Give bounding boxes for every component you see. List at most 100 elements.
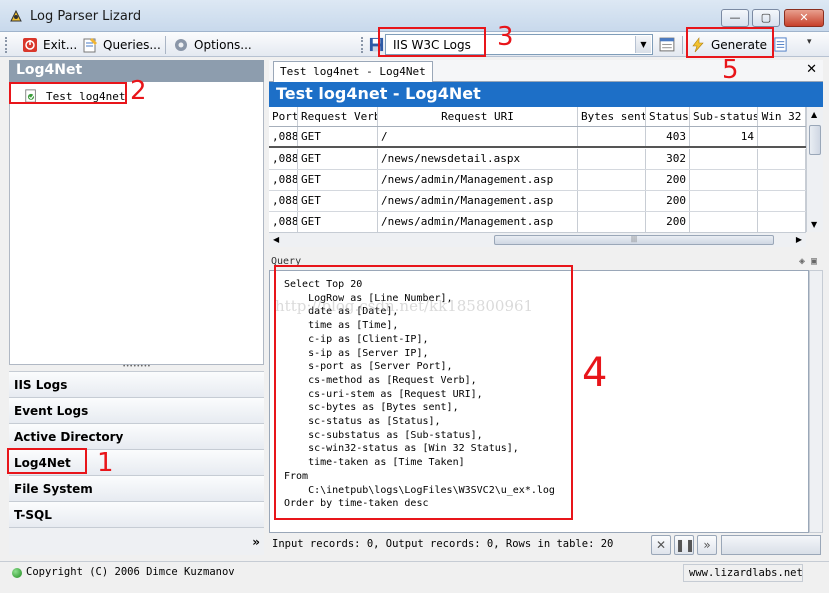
annotation-box-2	[9, 82, 127, 104]
annotation-number-5: 5	[722, 55, 739, 85]
queries-button[interactable]: Queries...	[82, 35, 161, 55]
annotation-box-3	[378, 27, 486, 57]
grid-cell	[578, 149, 646, 169]
toolbar-grip[interactable]	[5, 37, 8, 53]
status-bar: Copyright (C) 2006 Dimce Kuzmanov www.li…	[0, 561, 829, 583]
grid-cell: ,088	[269, 170, 298, 190]
grid-cell: /news/admin/Management.asp	[378, 170, 578, 190]
grid-cell: /	[378, 127, 578, 146]
query-properties-icon[interactable]	[659, 36, 676, 53]
annotation-box-1	[7, 448, 87, 474]
status-indicator-icon	[12, 568, 22, 578]
query-pane-controls[interactable]: ◈ ▣	[799, 256, 817, 267]
grid-cell: ,088	[269, 212, 298, 232]
scroll-thumb[interactable]	[809, 125, 821, 155]
grid-cell: GET	[298, 191, 378, 211]
query-tree: Test log4net	[9, 82, 264, 365]
grid-vertical-scrollbar[interactable]: ▲ ▼	[806, 107, 823, 232]
grid-cell	[578, 212, 646, 232]
annotation-number-4: 4	[582, 350, 608, 396]
grid-header-row: Port Request Verb Request URI Bytes sent…	[269, 107, 806, 127]
grid-cell	[578, 191, 646, 211]
grid-cell: 403	[646, 127, 690, 146]
toolbar-separator-2	[682, 36, 683, 54]
toolbar-grip-2[interactable]	[361, 37, 364, 53]
table-row[interactable]: ,088 GET / 403 14	[269, 127, 806, 148]
scroll-left-icon[interactable]: ◀	[273, 235, 279, 244]
grid-cell	[758, 127, 806, 146]
table-row[interactable]: ,088 GET /news/newsdetail.aspx 302	[269, 149, 806, 170]
document-icon[interactable]	[773, 36, 788, 53]
column-header[interactable]: Bytes sent	[578, 107, 646, 126]
stop-button[interactable]: ✕	[651, 535, 671, 555]
nav-item-iis-logs[interactable]: IIS Logs	[9, 371, 264, 397]
exit-button[interactable]: Exit...	[22, 35, 77, 55]
minimize-button[interactable]: —	[721, 9, 749, 27]
grid-cell	[578, 170, 646, 190]
tab-test-log4net[interactable]: Test log4net - Log4Net	[273, 61, 433, 82]
column-header[interactable]: Win 32	[758, 107, 806, 126]
grid-cell: ,088	[269, 191, 298, 211]
grid-cell: 200	[646, 191, 690, 211]
grid-cell: /news/admin/Management.asp	[378, 191, 578, 211]
toolbar-overflow-chevron-icon[interactable]: ▾	[807, 37, 812, 47]
nav-item-active-directory[interactable]: Active Directory	[9, 423, 264, 449]
exit-icon	[23, 38, 37, 52]
annotation-number-2: 2	[130, 76, 147, 106]
grid-cell: GET	[298, 127, 378, 146]
annotation-number-3: 3	[497, 22, 514, 52]
grid-cell: ,088	[269, 127, 298, 146]
close-button[interactable]: ✕	[784, 9, 824, 27]
chevron-down-icon[interactable]: ▼	[635, 36, 651, 53]
column-header[interactable]: Status	[646, 107, 690, 126]
table-row[interactable]: ,088 GET /news/admin/Management.asp 200	[269, 212, 806, 232]
maximize-button[interactable]: ▢	[752, 9, 780, 27]
table-row[interactable]: ,088 GET /news/admin/Management.asp 200	[269, 191, 806, 212]
toolbar-separator	[165, 36, 166, 54]
options-label: Options...	[194, 38, 252, 52]
lizard-app-icon	[10, 9, 22, 22]
gear-icon	[175, 39, 187, 51]
close-tab-icon[interactable]: ✕	[806, 62, 817, 77]
window-title: Log Parser Lizard	[30, 9, 142, 24]
nav-overflow-bar: »	[9, 527, 264, 555]
scroll-thumb[interactable]: |||	[494, 235, 774, 245]
panel-splitter[interactable]: ••••••••	[9, 364, 264, 370]
nav-item-t-sql[interactable]: T-SQL	[9, 501, 264, 527]
table-row[interactable]: ,088 GET /news/admin/Management.asp 200	[269, 170, 806, 191]
column-header[interactable]: Port	[269, 107, 298, 126]
column-header[interactable]: Request URI	[378, 107, 578, 126]
column-header[interactable]: Request Verb	[298, 107, 378, 126]
column-header[interactable]: Sub-status	[690, 107, 758, 126]
double-chevron-down-icon[interactable]: »	[252, 535, 260, 549]
report-title: Test log4net - Log4Net	[269, 82, 823, 107]
query-vertical-scrollbar[interactable]	[809, 270, 823, 533]
scroll-right-icon[interactable]: ▶	[796, 235, 802, 244]
annotation-box-5	[686, 27, 774, 58]
results-grid[interactable]: Port Request Verb Request URI Bytes sent…	[269, 107, 806, 232]
nav-item-event-logs[interactable]: Event Logs	[9, 397, 264, 423]
grid-cell	[578, 127, 646, 146]
copyright-text: Copyright (C) 2006 Dimce Kuzmanov	[26, 566, 235, 578]
grid-horizontal-scrollbar[interactable]: ◀ ||| ▶	[269, 232, 806, 247]
grid-cell: GET	[298, 212, 378, 232]
progress-bar	[721, 535, 821, 555]
queries-icon	[83, 38, 97, 53]
status-text: Input records: 0, Output records: 0, Row…	[269, 534, 647, 556]
scroll-up-icon[interactable]: ▲	[811, 110, 817, 119]
fast-forward-button[interactable]: »	[697, 535, 717, 555]
grid-cell: 302	[646, 149, 690, 169]
pause-button[interactable]: ❚❚	[674, 535, 695, 555]
grid-cell	[758, 191, 806, 211]
nav-item-file-system[interactable]: File System	[9, 475, 264, 501]
queries-label: Queries...	[103, 38, 161, 52]
grid-cell	[690, 149, 758, 169]
grid-cell	[690, 170, 758, 190]
scroll-down-icon[interactable]: ▼	[811, 220, 817, 229]
website-link[interactable]: www.lizardlabs.net	[683, 564, 803, 582]
document-tab-bar: Test log4net - Log4Net ✕	[269, 60, 823, 82]
grid-cell: 200	[646, 170, 690, 190]
annotation-number-1: 1	[97, 448, 114, 478]
grid-cell: 200	[646, 212, 690, 232]
options-button[interactable]: Options...	[173, 35, 252, 55]
